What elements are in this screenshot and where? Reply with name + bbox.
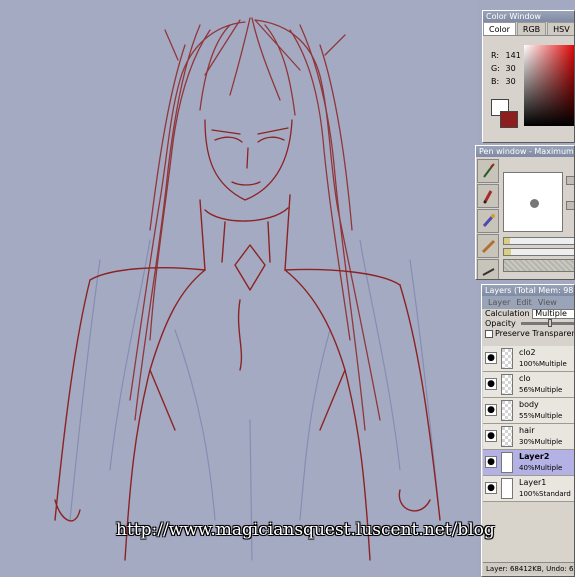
layer-row-active[interactable]: ● Layer2 40%Multiple <box>483 450 574 476</box>
eye-icon[interactable]: ● <box>485 378 497 390</box>
eye-icon[interactable]: ● <box>485 456 497 468</box>
layers-window: Layers (Total Mem: 98739 Layer Edit View… <box>481 284 575 577</box>
green-value: 30 <box>505 64 516 73</box>
red-label: R: <box>491 51 500 60</box>
layers-menu-bar: Layer Edit View <box>482 296 574 309</box>
blur-tool-icon <box>482 268 495 276</box>
color-window: Color Window Color RGB HSV R: 141 G: 30 … <box>482 10 575 143</box>
eye-icon[interactable]: ● <box>485 352 497 364</box>
blue-value-row: B: 30 <box>491 77 516 86</box>
tab-rgb[interactable]: RGB <box>516 22 547 35</box>
drawing-canvas[interactable] <box>0 0 478 577</box>
eye-icon[interactable]: ● <box>485 430 497 442</box>
menu-view[interactable]: View <box>538 296 557 309</box>
layer-mode: 55%Multiple <box>519 412 563 420</box>
eye-icon[interactable]: ● <box>485 482 497 494</box>
brush-size-slider[interactable] <box>503 237 574 245</box>
layer-name: hair <box>519 426 535 435</box>
watermark-url: http://www.magiciansquest.luscent.net/bl… <box>116 520 495 540</box>
layer-row[interactable]: ● clo2 100%Multiple <box>483 346 574 372</box>
layer-thumbnail <box>501 374 513 395</box>
pen-tool-button[interactable] <box>477 159 499 183</box>
layer-name: Layer1 <box>519 478 547 487</box>
pen-option-button[interactable] <box>566 201 574 210</box>
opacity-slider[interactable] <box>521 319 574 327</box>
blue-value: 30 <box>505 77 516 86</box>
layer-thumbnail <box>501 400 513 421</box>
pen-tool-list <box>477 159 499 279</box>
layer-row[interactable]: ● clo 56%Multiple <box>483 372 574 398</box>
layer-row[interactable]: ● Layer1 100%Standard <box>483 476 574 502</box>
color-picker-field[interactable] <box>524 45 574 126</box>
layer-mode: 40%Multiple <box>519 464 563 472</box>
layer-mode: 30%Multiple <box>519 438 563 446</box>
blur-tool-button[interactable] <box>477 259 499 279</box>
pen-window: Pen window - Maximum R.ad <box>475 145 575 280</box>
layer-name: clo2 <box>519 348 536 357</box>
layer-status-bar: Layer: 68412KB, Undo: 62 <box>483 562 574 574</box>
color-tabs: Color RGB HSV <box>483 22 574 36</box>
preserve-transparency-row: Preserve Transparency <box>482 329 574 339</box>
layer-row[interactable]: ● hair 30%Multiple <box>483 424 574 450</box>
calculation-select[interactable]: Multiple <box>532 309 574 319</box>
opacity-row: Opacity <box>482 319 574 329</box>
layer-mode: 100%Standard <box>519 490 571 498</box>
eye-icon[interactable]: ● <box>485 404 497 416</box>
tab-hsv[interactable]: HSV <box>547 22 574 35</box>
blue-label: B: <box>491 77 500 86</box>
tab-color[interactable]: Color <box>483 22 516 35</box>
background-color-swatch[interactable] <box>500 111 518 128</box>
marker-tool-button[interactable] <box>477 234 499 258</box>
green-value-row: G: 30 <box>491 64 516 73</box>
layer-name: body <box>519 400 539 409</box>
airbrush-tool-icon <box>482 214 495 227</box>
layer-thumbnail <box>501 452 513 473</box>
layer-name: Layer2 <box>519 452 550 461</box>
layer-name: clo <box>519 374 531 383</box>
layer-mode: 100%Multiple <box>519 360 567 368</box>
layer-list: ● clo2 100%Multiple ● clo 56%Multiple ● … <box>483 346 574 563</box>
layer-thumbnail <box>501 348 513 369</box>
sketch-artwork <box>54 17 441 561</box>
red-value-row: R: 141 <box>491 51 521 60</box>
green-label: G: <box>491 64 500 73</box>
pen-window-title: Pen window - Maximum R.ad <box>476 146 574 157</box>
preserve-transparency-checkbox[interactable] <box>485 329 493 338</box>
layer-thumbnail <box>501 426 513 447</box>
menu-edit[interactable]: Edit <box>516 296 532 309</box>
airbrush-tool-button[interactable] <box>477 209 499 233</box>
color-window-title: Color Window <box>483 11 574 22</box>
layer-row[interactable]: ● body 55%Multiple <box>483 398 574 424</box>
pen-tool-icon <box>483 163 495 178</box>
brush-size-preview <box>503 172 563 232</box>
brush-density-slider[interactable] <box>503 248 574 256</box>
layers-window-title: Layers (Total Mem: 98739 <box>482 285 574 296</box>
pen-option-button[interactable] <box>566 176 574 185</box>
layer-thumbnail <box>501 478 513 499</box>
menu-layer[interactable]: Layer <box>488 296 510 309</box>
calculation-row: Calculation Multiple <box>482 309 574 319</box>
brush-tool-icon <box>483 190 493 204</box>
opacity-label: Opacity <box>485 319 516 328</box>
red-value: 141 <box>505 51 521 60</box>
layer-mode: 56%Multiple <box>519 386 563 394</box>
brush-dot-icon <box>530 199 539 208</box>
preserve-transparency-label: Preserve Transparency <box>495 329 574 338</box>
paper-texture-preview[interactable] <box>503 259 574 272</box>
calculation-label: Calculation <box>485 309 530 318</box>
marker-tool-icon <box>481 239 496 254</box>
brush-tool-button[interactable] <box>477 184 499 208</box>
